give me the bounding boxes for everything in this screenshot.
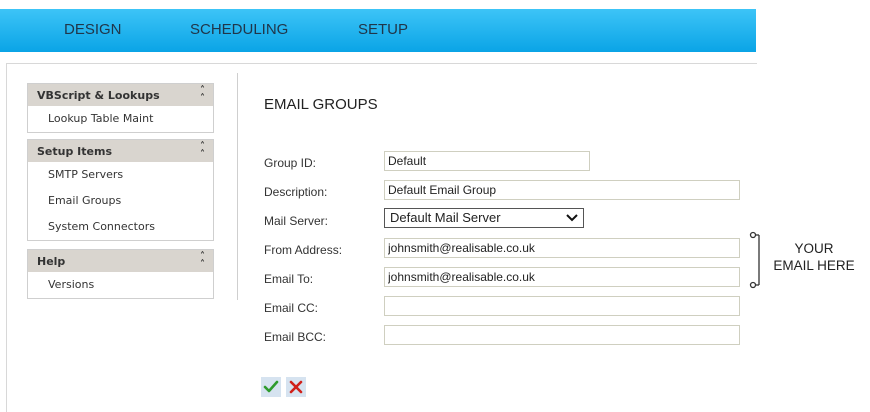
cancel-button[interactable] (286, 377, 306, 397)
from-address-input[interactable] (384, 238, 740, 258)
sidebar-item-system-connectors[interactable]: System Connectors (28, 214, 213, 240)
annotation-line-1: YOUR (794, 241, 834, 256)
sidebar-panel-vbscript: VBScript & Lookups ˄ ˄ Lookup Table Maint (27, 83, 214, 133)
mail-server-value: Default Mail Server (390, 210, 501, 225)
description-input[interactable] (384, 180, 740, 200)
page-title: EMAIL GROUPS (264, 96, 378, 113)
save-button[interactable] (261, 377, 281, 397)
panel-title: Help (37, 255, 66, 268)
panel-title: Setup Items (37, 145, 112, 158)
group-id-label: Group ID: (264, 156, 317, 170)
description-label: Description: (264, 185, 328, 199)
sidebar-panel-help: Help ˄ ˄ Versions (27, 249, 214, 299)
panel-title: VBScript & Lookups (37, 89, 160, 102)
top-nav-bar: DESIGN SCHEDULING SETUP (0, 9, 756, 52)
sidebar-item-lookup-table-maint[interactable]: Lookup Table Maint (28, 106, 213, 132)
chevron-down-icon (566, 214, 578, 222)
panel-header: VBScript & Lookups ˄ ˄ (28, 84, 213, 106)
double-chevron-up-icon[interactable]: ˄ ˄ (200, 86, 205, 104)
annotation-line-2: EMAIL HERE (773, 258, 855, 273)
panel-header: Setup Items ˄ ˄ (28, 140, 213, 162)
nav-scheduling[interactable]: SCHEDULING (190, 21, 288, 38)
group-id-input[interactable] (384, 151, 590, 171)
sidebar-item-email-groups[interactable]: Email Groups (28, 188, 213, 214)
annotation-text: YOUR EMAIL HERE (766, 240, 862, 274)
email-cc-label: Email CC: (264, 301, 319, 315)
bracket-annotation (749, 231, 760, 289)
nav-setup[interactable]: SETUP (358, 21, 408, 38)
email-to-label: Email To: (264, 272, 314, 286)
sidebar-item-smtp-servers[interactable]: SMTP Servers (28, 162, 213, 188)
sidebar-item-versions[interactable]: Versions (28, 272, 213, 298)
mail-server-label: Mail Server: (264, 214, 329, 228)
double-chevron-up-icon[interactable]: ˄ ˄ (200, 142, 205, 160)
vertical-divider (237, 73, 238, 300)
from-address-label: From Address: (264, 243, 343, 257)
sidebar-panel-setup-items: Setup Items ˄ ˄ SMTP Servers Email Groups… (27, 139, 214, 241)
email-bcc-input[interactable] (384, 325, 740, 345)
email-to-input[interactable] (384, 267, 740, 287)
checkmark-icon (263, 380, 279, 393)
mail-server-select[interactable]: Default Mail Server (384, 208, 584, 228)
email-bcc-label: Email BCC: (264, 330, 327, 344)
nav-design[interactable]: DESIGN (64, 21, 122, 38)
panel-header: Help ˄ ˄ (28, 250, 213, 272)
x-icon (289, 380, 303, 394)
email-cc-input[interactable] (384, 296, 740, 316)
double-chevron-up-icon[interactable]: ˄ ˄ (200, 252, 205, 270)
